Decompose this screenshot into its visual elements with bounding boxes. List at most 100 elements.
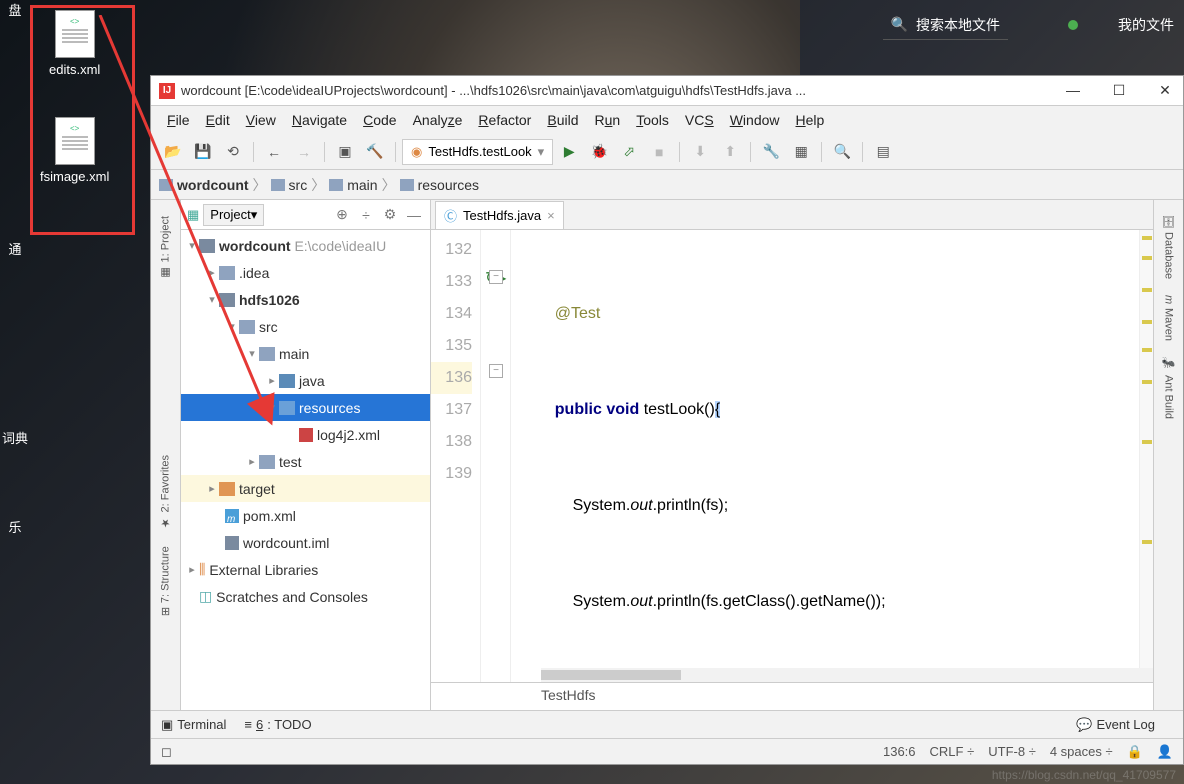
tab-maven[interactable]: mMaven [1161, 287, 1177, 349]
collapse-button[interactable]: ÷ [356, 207, 376, 223]
menubar: File Edit View Navigate Code Analyze Ref… [151, 106, 1183, 134]
vcs-commit-button[interactable]: ⬆ [716, 138, 744, 166]
java-class-icon: Ⓒ [444, 206, 457, 225]
event-log-button[interactable]: 💬Event Log [1076, 717, 1155, 733]
editor-area: Ⓒ TestHdfs.java × 132 133 134 135 136 13… [431, 200, 1153, 710]
tab-todo[interactable]: ≡6: TODO [244, 717, 311, 732]
editor-tab-testhdfs[interactable]: Ⓒ TestHdfs.java × [435, 201, 564, 229]
menu-code[interactable]: Code [357, 110, 402, 130]
vcs-update-button[interactable]: ⬇ [686, 138, 714, 166]
project-panel: ▦ Project▾ ⊕ ÷ ⚙ — ▾wordcount E:\code\id… [181, 200, 431, 710]
line-separator[interactable]: CRLF ÷ [930, 744, 975, 759]
tab-ant[interactable]: 🐜Ant Build [1160, 349, 1177, 426]
horizontal-scrollbar[interactable] [541, 668, 1153, 682]
tab-label: TestHdfs.java [463, 208, 541, 223]
side-label: 词典 [2, 428, 28, 447]
desktop-search[interactable]: 🔍 搜索本地文件 [883, 11, 1008, 40]
breadcrumb-item[interactable]: resources [418, 177, 479, 193]
tree-idea: ▸.idea [181, 259, 430, 286]
open-button[interactable]: 📂 [159, 138, 187, 166]
error-stripe[interactable] [1139, 230, 1153, 682]
menu-tools[interactable]: Tools [630, 110, 675, 130]
toolbar: 📂 💾 ⟲ ← → ▣ 🔨 ◉ TestHdfs.testLook ▾ ▶ 🐞 … [151, 134, 1183, 170]
fold-start-icon[interactable]: − [489, 270, 503, 284]
breadcrumb-item[interactable]: wordcount [177, 177, 249, 193]
minimize-button[interactable]: — [1063, 82, 1083, 99]
menu-navigate[interactable]: Navigate [286, 110, 353, 130]
tree-hdfs1026: ▾hdfs1026 [181, 286, 430, 313]
breadcrumb-item[interactable]: main [347, 177, 377, 193]
terminal-icon: ▣ [161, 717, 173, 733]
menu-help[interactable]: Help [790, 110, 831, 130]
menu-run[interactable]: Run [589, 110, 627, 130]
fold-end-icon[interactable]: − [489, 364, 503, 378]
breadcrumb-item[interactable]: src [289, 177, 308, 193]
hammer-button[interactable]: 🔨 [361, 138, 389, 166]
lock-icon[interactable]: 🔒 [1127, 744, 1143, 760]
cursor-position[interactable]: 136:6 [883, 744, 916, 759]
tab-project[interactable]: ▦1: Project [157, 208, 174, 287]
tab-database[interactable]: 🗄Database [1160, 206, 1177, 287]
menu-file[interactable]: File [161, 110, 196, 130]
run-configuration-selector[interactable]: ◉ TestHdfs.testLook ▾ [402, 139, 553, 165]
folder-icon [159, 179, 173, 191]
tree-pom: mpom.xml [181, 502, 430, 529]
locate-button[interactable]: ⊕ [332, 206, 352, 223]
menu-edit[interactable]: Edit [200, 110, 236, 130]
tree-iml: wordcount.iml [181, 529, 430, 556]
menu-analyze[interactable]: Analyze [407, 110, 469, 130]
tree-log4j: log4j2.xml [181, 421, 430, 448]
settings-button[interactable]: 🔧 [757, 138, 785, 166]
stop-button[interactable]: ■ [645, 138, 673, 166]
tree-external-libs: ▸⫼ External Libraries [181, 556, 430, 583]
file-encoding[interactable]: UTF-8 ÷ [988, 744, 1036, 759]
search-everywhere-button[interactable]: 🔍 [828, 138, 856, 166]
tab-terminal[interactable]: ▣Terminal [161, 717, 226, 733]
menu-vcs[interactable]: VCS [679, 110, 720, 130]
desktop-top-bar: 🔍 搜索本地文件 我的文件 [0, 0, 1184, 50]
my-files-link[interactable]: 我的文件 [1118, 15, 1174, 35]
tab-favorites[interactable]: ★2: Favorites [157, 447, 174, 537]
project-tree[interactable]: ▾wordcount E:\code\ideaIU ▸.idea ▾hdfs10… [181, 230, 430, 710]
folder-icon [400, 179, 414, 191]
hide-button[interactable]: — [404, 207, 424, 223]
forward-button[interactable]: → [290, 138, 318, 166]
menu-window[interactable]: Window [724, 110, 786, 130]
structure-button[interactable]: ▦ [787, 138, 815, 166]
scratch-icon: ◫ [199, 588, 212, 605]
sync-button[interactable]: ⟲ [219, 138, 247, 166]
back-button[interactable]: ← [260, 138, 288, 166]
inspection-icon[interactable]: 👤 [1157, 744, 1173, 760]
intellij-icon: IJ [159, 83, 175, 99]
todo-icon: ≡ [244, 717, 252, 732]
ide-window: IJ wordcount [E:\code\ideaIUProjects\wor… [150, 75, 1184, 765]
code-breadcrumb[interactable]: TestHdfs [431, 682, 1153, 710]
close-tab-icon[interactable]: × [547, 208, 555, 223]
project-view-selector[interactable]: Project▾ [203, 204, 264, 226]
indent-setting[interactable]: 4 spaces ÷ [1050, 744, 1113, 759]
menu-refactor[interactable]: Refactor [472, 110, 537, 130]
watermark: https://blog.csdn.net/qq_41709577 [992, 768, 1176, 782]
side-label: 盘 [2, 0, 28, 19]
menu-build[interactable]: Build [541, 110, 584, 130]
coverage-button[interactable]: ⬀ [615, 138, 643, 166]
tree-scratches: ◫ Scratches and Consoles [181, 583, 430, 610]
tab-structure[interactable]: ⊞7: Structure [157, 538, 174, 624]
tree-target: ▸target [181, 475, 430, 502]
maximize-button[interactable]: ☐ [1109, 82, 1129, 99]
left-tool-tabs: ▦1: Project ★2: Favorites ⊞7: Structure [151, 200, 181, 710]
run-button[interactable]: ▶ [555, 138, 583, 166]
code-editor[interactable]: 132 133 134 135 136 137 138 139 ↻▸ − − @… [431, 230, 1153, 682]
menu-view[interactable]: View [240, 110, 282, 130]
tree-resources: ▾resources [181, 394, 430, 421]
save-button[interactable]: 💾 [189, 138, 217, 166]
bubble-icon: 💬 [1076, 717, 1092, 733]
more-button[interactable]: ▤ [869, 138, 897, 166]
build-button[interactable]: ▣ [331, 138, 359, 166]
titlebar[interactable]: IJ wordcount [E:\code\ideaIUProjects\wor… [151, 76, 1183, 106]
debug-button[interactable]: 🐞 [585, 138, 613, 166]
toggle-toolwindows-icon[interactable]: ◻ [161, 744, 172, 760]
library-icon: ⫼ [199, 561, 205, 578]
close-button[interactable]: ✕ [1155, 82, 1175, 99]
settings-gear-icon[interactable]: ⚙ [380, 206, 400, 223]
